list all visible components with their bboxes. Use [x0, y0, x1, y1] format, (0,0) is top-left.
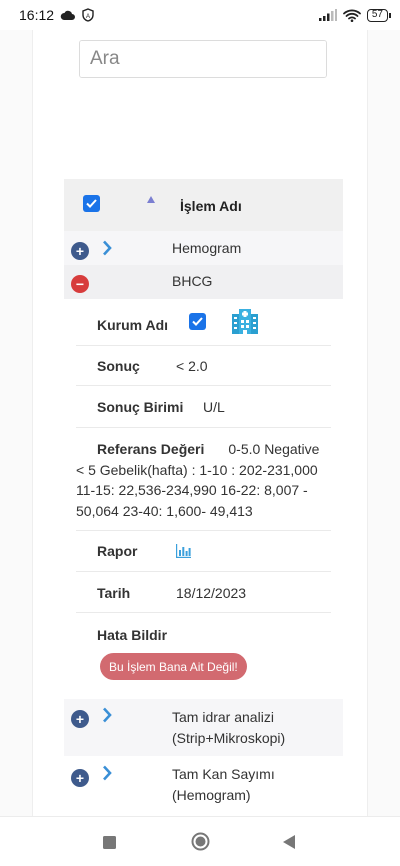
shield-icon: A — [82, 8, 94, 22]
row-label: Tam Kan Sayımı (Hemogram) — [172, 766, 275, 803]
detail-value: 18/12/2023 — [176, 585, 247, 601]
detail-tarih: Tarih 18/12/2023 — [76, 572, 331, 613]
back-icon[interactable] — [283, 835, 296, 849]
table-row: − BHCG — [64, 265, 343, 299]
chevron-right-icon[interactable] — [102, 765, 112, 781]
detail-birim: Sonuç Birimi U/L — [76, 386, 331, 428]
detail-label: Referans Değeri — [97, 441, 205, 457]
cloud-icon — [60, 10, 76, 20]
expand-row-button[interactable]: + — [71, 769, 89, 787]
report-chart-icon[interactable] — [176, 544, 191, 558]
detail-label: Tarih — [97, 585, 131, 601]
system-nav-bar — [0, 816, 400, 866]
check-icon — [192, 317, 203, 326]
page-content: İşlem Adı + Hemogram − BHCG Kurum Adı — [0, 30, 400, 816]
wifi-icon — [342, 9, 361, 22]
detail-label: Kurum Adı — [97, 317, 169, 333]
detail-label: Sonuç — [97, 358, 140, 374]
detail-label: Sonuç Birimi — [97, 399, 184, 415]
chevron-right-icon[interactable] — [102, 707, 112, 723]
kurum-checkbox[interactable] — [189, 313, 206, 330]
select-all-checkbox[interactable] — [83, 195, 100, 212]
row-label: Tam idrar analizi (Strip+Mikroskopi) — [172, 709, 286, 746]
expand-row-button[interactable]: + — [71, 710, 89, 728]
detail-list: Kurum Adı Sonuç < 2.0 Sonuç Birimi U/L R… — [64, 299, 343, 699]
check-icon — [86, 199, 97, 208]
table-row: + Hemogram — [64, 231, 343, 265]
status-time: 16:12 — [19, 7, 55, 23]
status-bar: 16:12 A 57 — [0, 0, 400, 30]
detail-referans: Referans Değeri 0-5.0 Negative < 5 Gebeli… — [76, 428, 331, 531]
row-detail: Kurum Adı Sonuç < 2.0 Sonuç Birimi U/L R… — [64, 299, 343, 699]
detail-value: 5 Gebelik(hafta) : 1-10 : 202-231,000 11… — [76, 461, 318, 519]
recents-icon[interactable] — [103, 836, 116, 849]
detail-label: Hata Bildir — [97, 627, 168, 643]
battery-icon: 57 — [366, 8, 392, 22]
referans-text: Referans Değeri 0-5.0 Negative < 5 Gebeli… — [76, 439, 331, 521]
table-header: İşlem Adı — [64, 179, 343, 231]
report-error-button[interactable]: Bu İşlem Bana Ait Değil! — [100, 653, 247, 680]
sort-asc-icon[interactable] — [147, 196, 155, 203]
chevron-right-icon[interactable] — [102, 240, 112, 256]
detail-value: < 2.0 — [176, 358, 208, 374]
content-card: İşlem Adı + Hemogram − BHCG Kurum Adı — [32, 30, 368, 816]
column-header-islem-adi[interactable]: İşlem Adı — [180, 198, 242, 214]
row-label: Hemogram — [172, 240, 242, 256]
collapse-row-button[interactable]: − — [71, 275, 89, 293]
detail-kurum: Kurum Adı — [76, 299, 331, 346]
svg-text:A: A — [86, 14, 90, 20]
results-table: İşlem Adı + Hemogram − BHCG Kurum Adı So… — [64, 179, 343, 813]
table-row: + Tam Kan Sayımı (Hemogram) — [64, 756, 343, 813]
search-input[interactable] — [80, 41, 326, 77]
signal-icon — [318, 9, 337, 21]
detail-label: Rapor — [97, 543, 138, 559]
row-label: BHCG — [172, 273, 213, 289]
detail-rapor: Rapor — [76, 531, 331, 572]
home-icon[interactable] — [191, 832, 210, 851]
detail-sonuc: Sonuç < 2.0 — [76, 346, 331, 386]
table-row: + Tam idrar analizi (Strip+Mikroskopi) — [64, 699, 343, 756]
detail-value: U/L — [203, 399, 225, 415]
hospital-building-icon — [232, 309, 258, 334]
expand-row-button[interactable]: + — [71, 242, 89, 260]
search-bar — [79, 40, 327, 78]
